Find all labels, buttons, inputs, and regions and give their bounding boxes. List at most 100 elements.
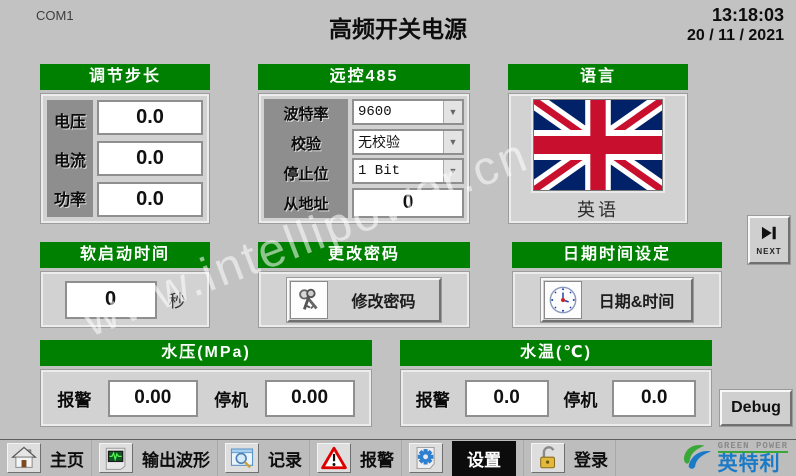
temp-stop-label: 停机 xyxy=(563,386,597,411)
page-title: 高频开关电源 xyxy=(0,10,796,44)
record-icon[interactable] xyxy=(225,443,259,473)
panel-remote485-body: 波特率 校验 停止位 从地址 9600 ▼ 无校验 ▼ 1 Bit ▼ 0 xyxy=(258,93,470,224)
keys-icon xyxy=(290,281,328,319)
stopbit-value: 1 Bit xyxy=(354,163,443,179)
waveform-icon[interactable] xyxy=(99,443,133,473)
toolbar-item-alarm[interactable]: 报警 xyxy=(310,440,402,476)
remote485-values: 9600 ▼ 无校验 ▼ 1 Bit ▼ 0 xyxy=(352,99,464,218)
baud-label: 波特率 xyxy=(283,103,328,124)
panel-water-pressure-title: 水压(MPa) xyxy=(40,340,372,366)
panel-soft-start-title: 软启动时间 xyxy=(40,242,210,268)
toolbar-item-waveform[interactable]: 输出波形 xyxy=(92,440,218,476)
current-language-label: 英语 xyxy=(577,196,619,222)
bottom-toolbar: 主页 输出波形 记录 xyxy=(0,439,796,476)
toolbar-label-waveform[interactable]: 输出波形 xyxy=(142,446,210,471)
seconds-unit-label: 秒 xyxy=(169,287,186,312)
panel-adjust-step-title: 调节步长 xyxy=(40,64,210,90)
soft-start-time-input[interactable]: 0 xyxy=(65,281,157,319)
brand-name-label: 英特利 xyxy=(718,453,788,475)
panel-remote485-title: 远控485 xyxy=(258,64,470,90)
clock-icon xyxy=(544,281,582,319)
pressure-alarm-input[interactable]: 0.00 xyxy=(108,380,198,417)
panel-change-password-body: 修改密码 xyxy=(258,271,470,328)
stopbit-dropdown[interactable]: 1 Bit ▼ xyxy=(352,158,464,184)
panel-language: 语言 英语 xyxy=(508,64,688,224)
voltage-step-input[interactable]: 0.0 xyxy=(97,100,203,135)
adjust-step-labels: 电压 电流 功率 xyxy=(47,100,93,217)
next-button-label: NEXT xyxy=(756,247,781,256)
toolbar-label-login[interactable]: 登录 xyxy=(574,446,608,471)
panel-language-title: 语言 xyxy=(508,64,688,90)
parity-dropdown[interactable]: 无校验 ▼ xyxy=(352,129,464,155)
panel-adjust-step-body: 电压 电流 功率 0.0 0.0 0.0 xyxy=(40,93,210,224)
pressure-stop-input[interactable]: 0.00 xyxy=(265,380,355,417)
panel-water-pressure: 水压(MPa) 报警 0.00 停机 0.00 xyxy=(40,340,372,427)
alarm-icon[interactable] xyxy=(317,443,351,473)
power-label: 功率 xyxy=(54,186,86,210)
toolbar-item-record[interactable]: 记录 xyxy=(218,440,310,476)
brand-text: GREEN POWER 英特利 xyxy=(718,441,788,475)
panel-soft-start-body: 0 秒 xyxy=(40,271,210,328)
toolbar-label-home[interactable]: 主页 xyxy=(50,446,84,471)
chevron-down-icon[interactable]: ▼ xyxy=(443,101,462,123)
next-page-button[interactable]: NEXT xyxy=(748,216,790,264)
chevron-down-icon[interactable]: ▼ xyxy=(443,160,462,182)
panel-water-pressure-body: 报警 0.00 停机 0.00 xyxy=(40,369,372,427)
stopbit-label: 停止位 xyxy=(283,163,328,184)
uk-flag-icon[interactable] xyxy=(533,99,663,191)
settings-gear-icon[interactable] xyxy=(409,443,443,473)
current-label: 电流 xyxy=(54,147,86,171)
datetime-button[interactable]: 日期&时间 xyxy=(541,278,693,322)
adjust-step-values: 0.0 0.0 0.0 xyxy=(97,100,203,217)
panel-soft-start: 软启动时间 0 秒 xyxy=(40,242,210,328)
parity-value: 无校验 xyxy=(354,132,443,152)
panel-water-temp-title: 水温(℃) xyxy=(400,340,712,366)
time-display: 13:18:03 xyxy=(687,4,784,26)
toolbar-item-settings[interactable]: 设置 xyxy=(402,440,524,476)
current-step-input[interactable]: 0.0 xyxy=(97,141,203,176)
toolbar-label-alarm[interactable]: 报警 xyxy=(360,446,394,471)
datetime-button-label: 日期&时间 xyxy=(582,288,691,312)
panel-water-temp-body: 报警 0.0 停机 0.0 xyxy=(400,369,712,427)
baud-rate-dropdown[interactable]: 9600 ▼ xyxy=(352,99,464,125)
pressure-stop-label: 停机 xyxy=(214,386,248,411)
debug-button-label: Debug xyxy=(731,399,781,417)
panel-change-password-title: 更改密码 xyxy=(258,242,470,268)
login-lock-icon[interactable] xyxy=(531,443,565,473)
toolbar-label-record[interactable]: 记录 xyxy=(268,446,302,471)
next-icon xyxy=(760,225,779,246)
home-icon[interactable] xyxy=(7,443,41,473)
panel-remote485: 远控485 波特率 校验 停止位 从地址 9600 ▼ 无校验 ▼ 1 Bit xyxy=(258,64,470,224)
toolbar-label-settings[interactable]: 设置 xyxy=(452,441,516,476)
voltage-label: 电压 xyxy=(54,108,86,132)
hmi-screen: COM1 高频开关电源 13:18:03 20 / 11 / 2021 调节步长… xyxy=(0,0,796,476)
pressure-alarm-label: 报警 xyxy=(57,386,91,411)
brand-logo: GREEN POWER 英特利 xyxy=(681,441,796,476)
slave-address-label: 从地址 xyxy=(283,193,328,214)
baud-rate-value: 9600 xyxy=(354,104,443,120)
parity-label: 校验 xyxy=(291,133,321,154)
slave-address-input[interactable]: 0 xyxy=(352,188,464,218)
toolbar-item-home[interactable]: 主页 xyxy=(0,440,92,476)
change-password-button[interactable]: 修改密码 xyxy=(287,278,441,322)
temp-stop-input[interactable]: 0.0 xyxy=(612,380,696,417)
panel-water-temp: 水温(℃) 报警 0.0 停机 0.0 xyxy=(400,340,712,427)
change-password-button-label: 修改密码 xyxy=(328,288,439,312)
panel-datetime-body: 日期&时间 xyxy=(512,271,722,328)
toolbar-item-login[interactable]: 登录 xyxy=(524,440,616,476)
date-display: 20 / 11 / 2021 xyxy=(687,26,784,46)
panel-change-password: 更改密码 修改密码 xyxy=(258,242,470,328)
chevron-down-icon[interactable]: ▼ xyxy=(443,131,462,153)
power-step-input[interactable]: 0.0 xyxy=(97,182,203,217)
brand-top-label: GREEN POWER xyxy=(718,441,788,453)
panel-datetime-setting: 日期时间设定 xyxy=(512,242,722,328)
clock-display: 13:18:03 20 / 11 / 2021 xyxy=(687,4,784,46)
temp-alarm-label: 报警 xyxy=(416,386,450,411)
brand-swirl-icon xyxy=(681,441,715,476)
panel-adjust-step: 调节步长 电压 电流 功率 0.0 0.0 0.0 xyxy=(40,64,210,224)
debug-button[interactable]: Debug xyxy=(720,390,792,426)
panel-datetime-title: 日期时间设定 xyxy=(512,242,722,268)
panel-language-body: 英语 xyxy=(508,93,688,224)
remote485-labels: 波特率 校验 停止位 从地址 xyxy=(264,99,348,218)
temp-alarm-input[interactable]: 0.0 xyxy=(465,380,549,417)
